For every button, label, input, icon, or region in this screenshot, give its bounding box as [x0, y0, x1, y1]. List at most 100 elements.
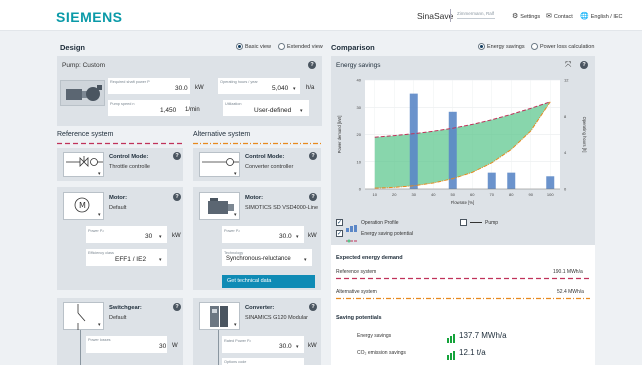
- chevron-down-icon: ▾: [234, 212, 237, 218]
- energy-savings-label: Energy savings: [357, 333, 392, 339]
- x-tick-label: 20: [392, 192, 397, 197]
- op-profile-checkbox[interactable]: ✓: [336, 219, 343, 226]
- alt-technology-value: Synchronous-reluctance: [226, 256, 291, 262]
- ref-motor-power-unit: kW: [172, 233, 181, 239]
- utilization-value: User-defined: [254, 107, 292, 114]
- saving-potential-label: Energy saving potential: [361, 231, 413, 237]
- saving-potentials-title: Saving potentials: [336, 315, 382, 321]
- ref-switchgear-loss-value: 30: [159, 343, 167, 350]
- y2-axis-label: Operating hours [h]: [582, 117, 587, 153]
- alternative-title: Alternative system: [193, 131, 251, 138]
- chevron-down-icon: ▾: [98, 212, 101, 218]
- operating-hours-label: Operating hours / year: [220, 80, 258, 84]
- energy-savings-value: 137.7 MWh/a: [459, 331, 507, 340]
- x-tick-label: 100: [547, 192, 554, 197]
- ref-motor-help-icon[interactable]: ?: [173, 193, 181, 201]
- alt-motor-value: SIMOTICS SD VSD4000-Line: [245, 205, 319, 211]
- gear-icon: ⚙: [512, 13, 519, 20]
- ref-control-title: Control Mode:: [109, 154, 149, 160]
- shaft-power-label: Required shaft power P: [110, 80, 150, 84]
- ref-connector-line: [80, 330, 81, 365]
- x-tick-label: 80: [509, 192, 514, 197]
- alt-converter-help-icon[interactable]: ?: [309, 303, 317, 311]
- x-tick-label: 60: [470, 192, 475, 197]
- comparison-help-icon[interactable]: ?: [580, 61, 588, 69]
- alt-demand-value: 52.4 MWh/a: [557, 289, 584, 295]
- ref-demand-label: Reference system: [336, 269, 377, 275]
- speed-value: 1,450: [160, 107, 177, 114]
- header-divider: [450, 9, 451, 22]
- x-tick-label: 70: [490, 192, 495, 197]
- user-field[interactable]: Zimmermann, Ralf: [457, 11, 495, 19]
- pump-title: Pump: Custom: [62, 62, 105, 69]
- extended-view-radio[interactable]: Extended view: [278, 43, 323, 50]
- y2-tick-label: 4: [564, 150, 567, 155]
- alt-motor-power-label: Power Pₙ: [224, 229, 240, 233]
- y-tick-label: 20: [357, 132, 362, 137]
- operating-hours-value: 5,040: [272, 85, 289, 92]
- bar-chart-icon: [346, 219, 358, 232]
- radio-icon: [531, 43, 538, 50]
- alt-converter-power-unit: kW: [308, 343, 317, 349]
- pump-help-icon[interactable]: ?: [308, 61, 316, 69]
- co2-savings-value: 12.1 t/a: [459, 348, 486, 357]
- y-tick-label: 30: [357, 105, 362, 110]
- ref-demand-dash: [336, 277, 590, 280]
- y2-tick-label: 12: [564, 78, 569, 83]
- x-tick-label: 30: [412, 192, 417, 197]
- settings-link[interactable]: ⚙ Settings: [512, 12, 540, 20]
- pump-checkbox[interactable]: [460, 219, 467, 226]
- chevron-down-icon: ▾: [159, 234, 162, 240]
- ref-motor-value: Default: [109, 205, 127, 211]
- results-box: [331, 245, 595, 365]
- alt-converter-power-value: 30.0: [279, 343, 292, 350]
- contact-link[interactable]: ✉ Contact: [546, 12, 573, 20]
- ref-control-help-icon[interactable]: ?: [173, 152, 181, 160]
- alt-motor-help-icon[interactable]: ?: [309, 193, 317, 201]
- alt-motor-power-unit: kW: [308, 233, 317, 239]
- power-loss-radio[interactable]: Power loss calculation: [531, 43, 594, 50]
- ref-switchgear-loss-unit: W: [172, 343, 178, 349]
- chevron-down-icon: ▾: [293, 86, 296, 92]
- energy-leaf-icon: [447, 330, 455, 343]
- alt-motor-title: Motor:: [245, 195, 264, 201]
- alt-technology-label: Technology: [224, 251, 244, 255]
- x-tick-label: 40: [431, 192, 436, 197]
- op-profile-bar: [409, 93, 418, 189]
- basic-view-radio[interactable]: Basic view: [236, 43, 271, 50]
- energy-savings-panel-title: Energy savings: [336, 62, 381, 69]
- saving-potential-checkbox[interactable]: ✓: [336, 230, 343, 237]
- top-bar: SIEMENS SinaSave Zimmermann, Ralf ⚙ Setti…: [0, 0, 642, 31]
- pump-legend-label: Pump: [485, 220, 499, 226]
- y2-tick-label: 8: [564, 114, 567, 119]
- shaft-power-value: 30.0: [175, 85, 188, 92]
- ref-efficiency-value: EFF1 / IE2: [115, 256, 147, 263]
- alt-control-help-icon[interactable]: ?: [309, 152, 317, 160]
- utilization-label: Utilization: [225, 102, 242, 106]
- alt-converter-power-label: Rated Power Pₙ: [224, 339, 252, 343]
- chevron-down-icon: ▾: [296, 344, 299, 350]
- chevron-down-icon: ▾: [234, 322, 237, 328]
- ref-motor-title: Motor:: [109, 195, 128, 201]
- chevron-down-icon: ▾: [234, 171, 237, 177]
- alt-control-value: Converter controller: [245, 164, 294, 170]
- chevron-down-icon: ▾: [300, 108, 303, 114]
- mail-icon: ✉: [546, 13, 552, 20]
- alt-converter-title: Converter:: [245, 305, 275, 311]
- alt-demand-dash: [336, 297, 590, 300]
- x-tick-label: 10: [373, 192, 378, 197]
- collapse-icon[interactable]: ⤧: [565, 60, 571, 70]
- energy-savings-radio[interactable]: Energy savings: [478, 43, 525, 50]
- ref-efficiency-label: Efficiency class: [88, 251, 114, 255]
- energy-savings-chart: 0 10 20 30 40 0 4 8 12 10 20 30 40 50 60 70 80 90 100 Flowr…: [337, 78, 587, 206]
- reference-dash: [57, 142, 183, 145]
- chevron-down-icon: ▾: [296, 234, 299, 240]
- y-axis-label: Power demand [kW]: [337, 116, 342, 154]
- get-technical-data-button[interactable]: Get technical data: [222, 275, 315, 288]
- ref-motor-power-label: Power Pₙ: [88, 229, 104, 233]
- pump-line-icon: [470, 222, 482, 223]
- chevron-down-icon: ▾: [159, 257, 162, 263]
- chevron-down-icon: ▾: [304, 257, 307, 263]
- ref-switchgear-help-icon[interactable]: ?: [173, 303, 181, 311]
- language-link[interactable]: 🌐 English / IEC: [580, 12, 623, 20]
